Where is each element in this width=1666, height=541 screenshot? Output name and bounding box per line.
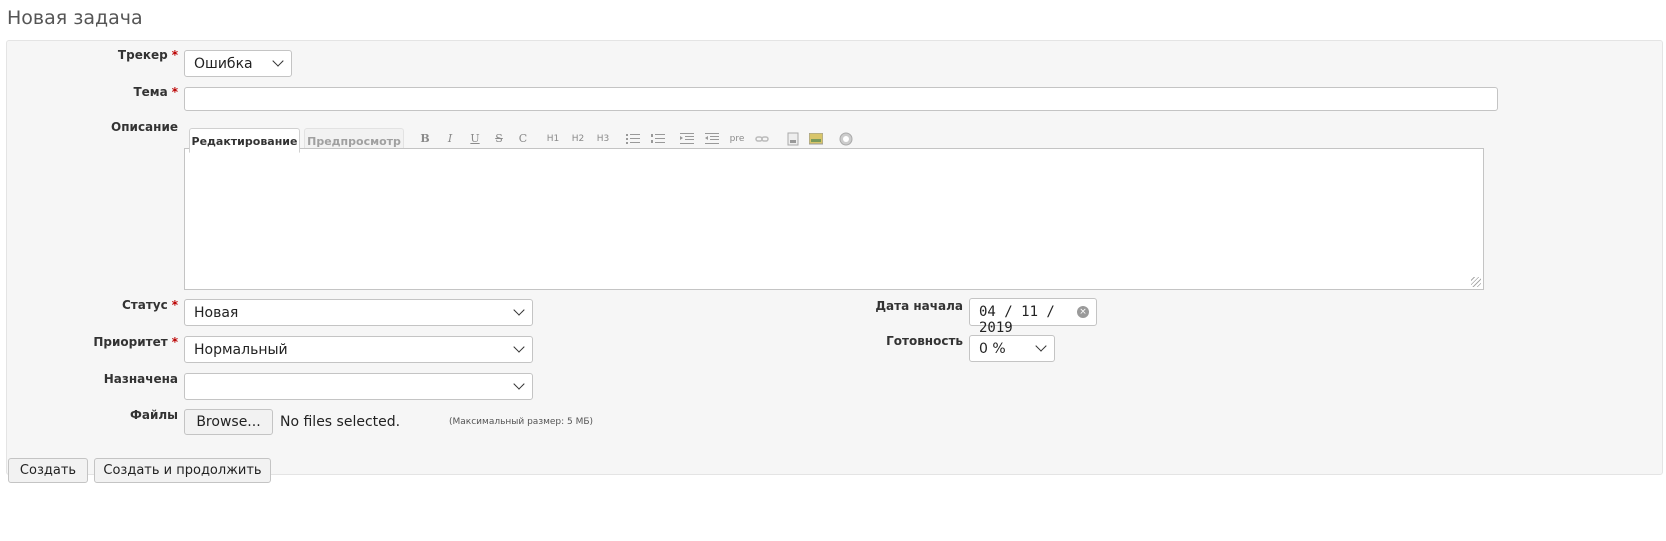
- numbered-list-icon[interactable]: [649, 130, 667, 148]
- chevron-down-icon: [1035, 340, 1047, 352]
- subject-label: Тема *: [133, 85, 178, 99]
- done-ratio-label: Готовность: [886, 334, 963, 348]
- pre-icon[interactable]: pre: [727, 130, 747, 148]
- page-title: Новая задача: [7, 7, 143, 29]
- tracker-label: Трекер *: [117, 48, 178, 62]
- indent-left-icon[interactable]: [703, 130, 721, 148]
- status-label: Статус *: [121, 298, 178, 312]
- chevron-down-icon: [513, 304, 525, 316]
- create-button[interactable]: Создать: [8, 458, 88, 483]
- chevron-down-icon: [513, 341, 525, 353]
- image-icon[interactable]: [807, 130, 825, 148]
- file-status: No files selected.: [280, 414, 401, 430]
- tab-edit[interactable]: Редактирование: [189, 128, 300, 153]
- priority-select[interactable]: Нормальный: [184, 336, 533, 363]
- create-continue-button[interactable]: Создать и продолжить: [94, 458, 271, 483]
- description-label: Описание: [111, 120, 178, 134]
- clear-icon[interactable]: ×: [1077, 306, 1089, 318]
- wiki-page-icon[interactable]: [784, 130, 802, 148]
- h2-icon[interactable]: H2: [569, 130, 587, 148]
- tracker-select[interactable]: Ошибка: [184, 50, 292, 77]
- h1-icon[interactable]: H1: [544, 130, 562, 148]
- underline-icon[interactable]: U: [466, 130, 484, 148]
- description-textarea[interactable]: [184, 148, 1484, 290]
- strike-icon[interactable]: S: [490, 130, 508, 148]
- assignee-select[interactable]: [184, 373, 533, 400]
- max-size-note: (Максимальный размер: 5 МБ): [449, 417, 594, 427]
- indent-right-icon[interactable]: [678, 130, 696, 148]
- subject-input[interactable]: [184, 87, 1498, 111]
- resize-grip-icon[interactable]: [1471, 277, 1481, 287]
- chevron-down-icon: [513, 378, 525, 390]
- italic-icon[interactable]: I: [441, 130, 459, 148]
- done-ratio-select[interactable]: 0 %: [969, 335, 1055, 362]
- start-date-label: Дата начала: [875, 299, 963, 313]
- h3-icon[interactable]: H3: [594, 130, 612, 148]
- browse-button[interactable]: Browse...: [184, 409, 273, 435]
- help-icon[interactable]: [837, 130, 855, 148]
- assignee-label: Назначена: [103, 372, 178, 386]
- priority-label: Приоритет *: [93, 335, 178, 349]
- files-label: Файлы: [129, 408, 178, 422]
- code-icon[interactable]: C: [514, 130, 532, 148]
- link-icon[interactable]: [753, 130, 771, 148]
- bullet-list-icon[interactable]: [624, 130, 642, 148]
- status-select[interactable]: Новая: [184, 299, 533, 326]
- chevron-down-icon: [272, 55, 284, 67]
- start-date-input[interactable]: 04 / 11 / 2019 ×: [969, 298, 1097, 336]
- bold-icon[interactable]: B: [416, 130, 434, 148]
